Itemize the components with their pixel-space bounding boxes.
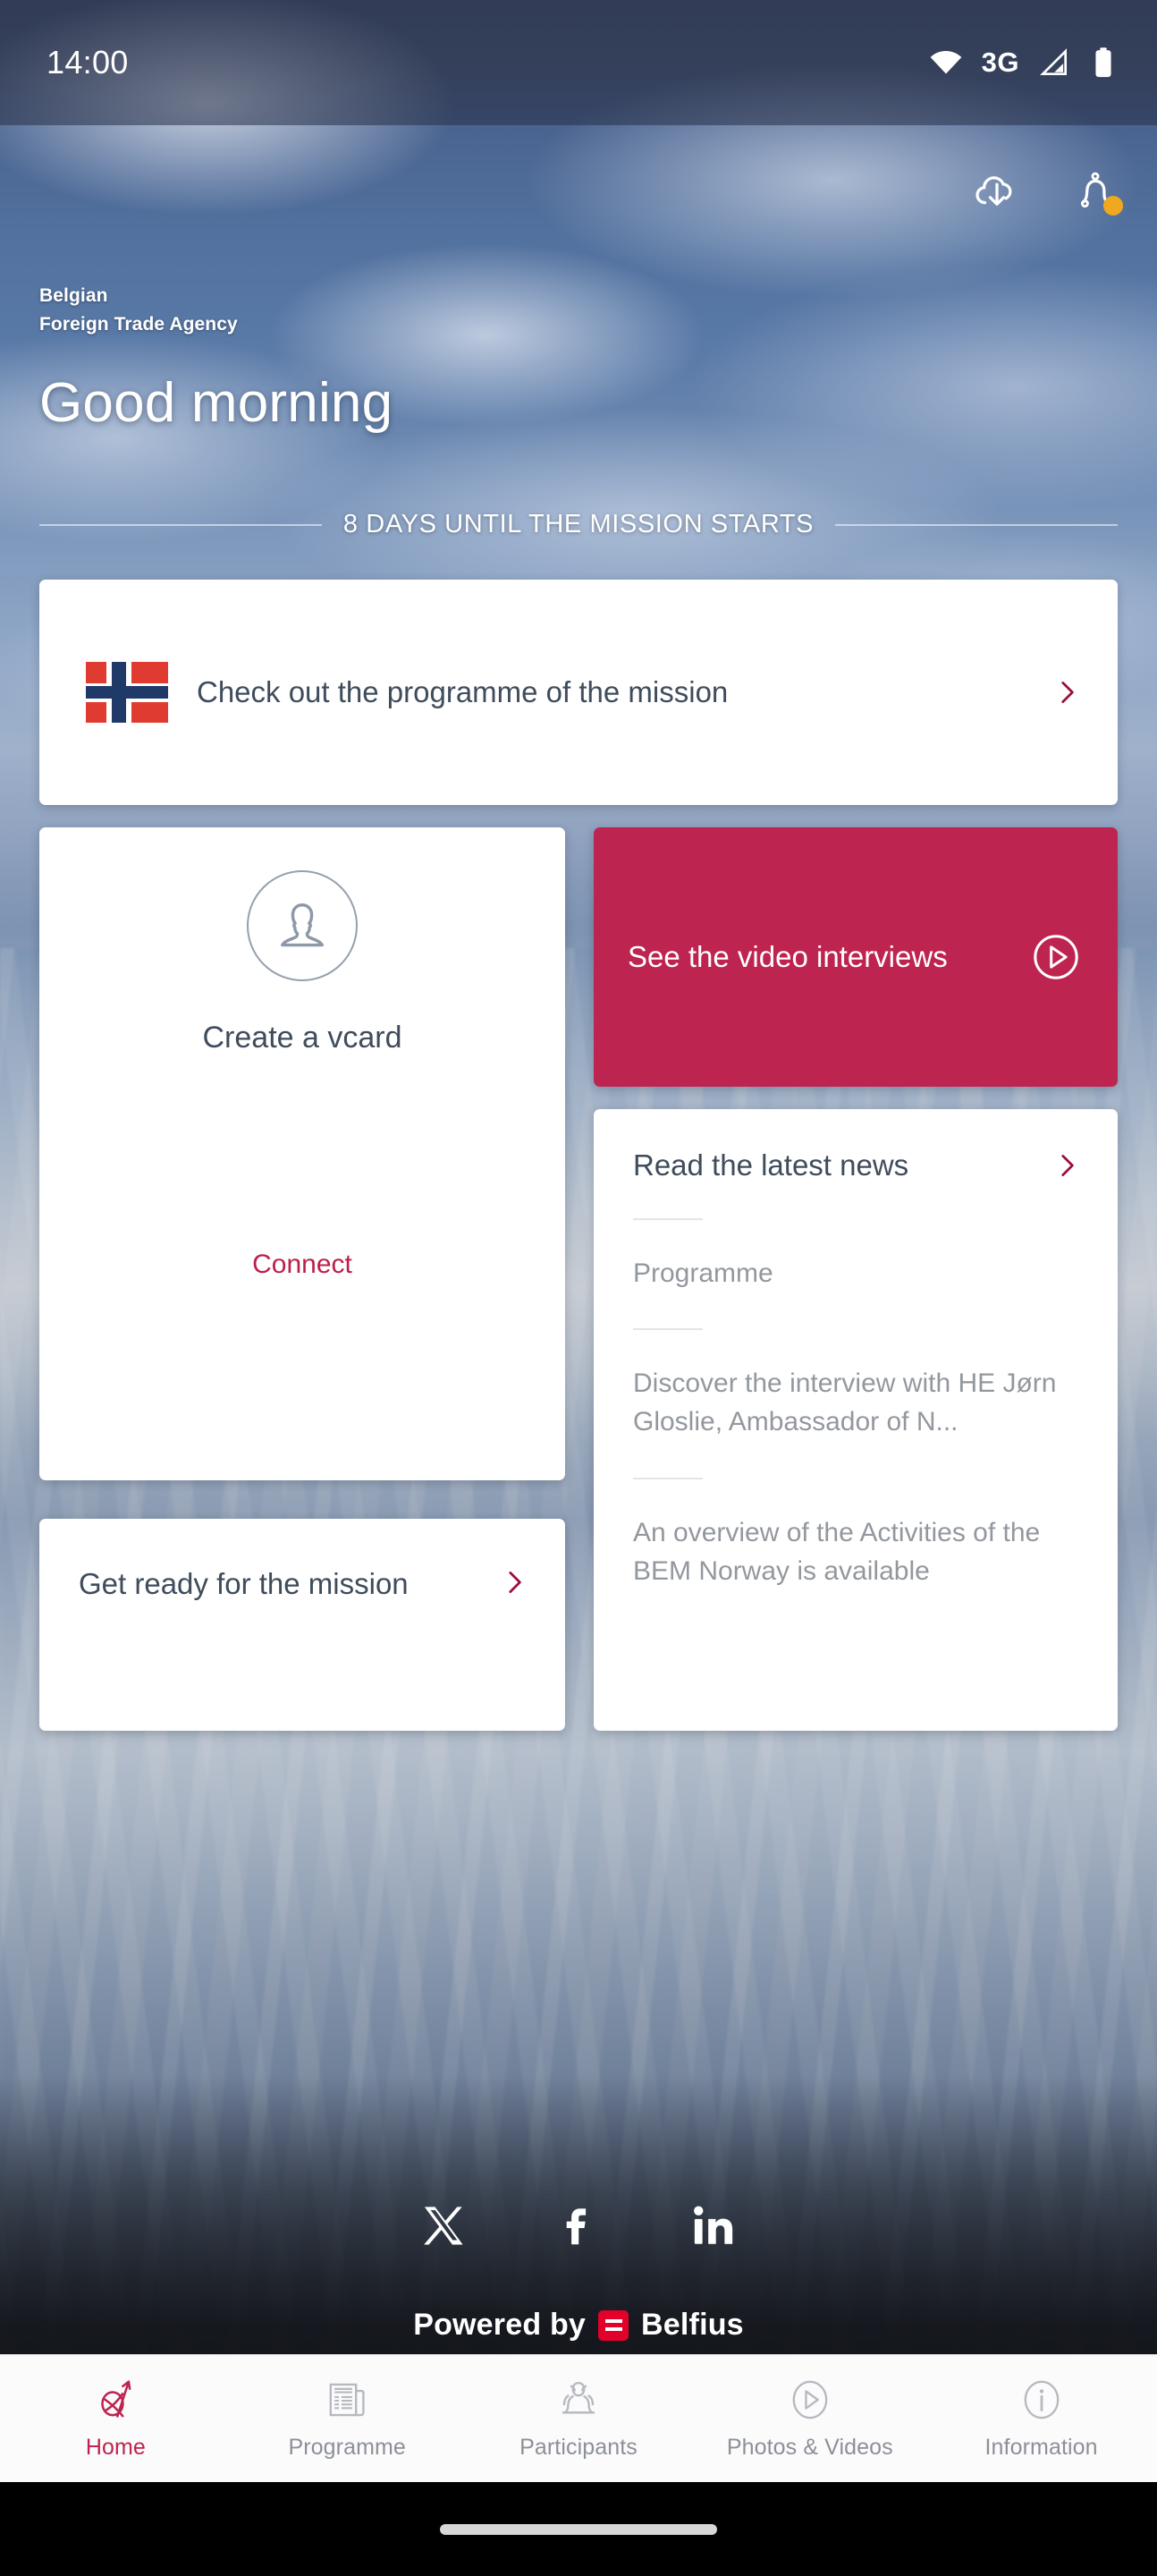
app-screen: 14:00 3G Belgian Foreign Trade Agency Go… xyxy=(0,0,1157,2576)
brand-line-1: Belgian xyxy=(39,285,108,306)
powered-by-footer: Powered by Belfius xyxy=(0,2308,1157,2343)
globe-arrow-icon xyxy=(101,2380,131,2418)
countdown-label: 8 DAYS UNTIL THE MISSION STARTS xyxy=(342,510,815,538)
status-bar: 14:00 3G xyxy=(0,0,1157,125)
norway-flag-icon xyxy=(86,662,168,723)
programme-card[interactable]: Check out the programme of the mission xyxy=(39,580,1118,805)
notification-badge-dot xyxy=(1103,196,1123,216)
person-avatar-icon xyxy=(281,903,324,947)
news-divider xyxy=(633,1477,703,1479)
avatar xyxy=(247,870,358,981)
get-ready-card[interactable]: Get ready for the mission xyxy=(39,1519,565,1731)
video-interviews-card[interactable]: See the video interviews xyxy=(594,827,1118,1087)
nav-item-home[interactable]: Home xyxy=(0,2355,232,2482)
nav-label-photos-videos: Photos & Videos xyxy=(726,2435,893,2460)
chevron-right-icon xyxy=(1061,1155,1074,1176)
news-divider xyxy=(633,1218,703,1220)
battery-icon xyxy=(1095,47,1111,78)
cloud-download-button[interactable] xyxy=(971,165,1023,217)
news-card-header[interactable]: Read the latest news xyxy=(633,1148,1082,1182)
connect-button[interactable]: Connect xyxy=(39,1250,565,1280)
list-item[interactable]: Programme xyxy=(633,1254,1082,1292)
notifications-button[interactable] xyxy=(1069,165,1123,217)
countdown-rule-left xyxy=(39,523,322,526)
facebook-icon[interactable] xyxy=(554,2202,603,2250)
network-type-label: 3G xyxy=(981,47,1019,78)
gesture-home-bar[interactable] xyxy=(440,2523,717,2535)
play-circle-icon xyxy=(792,2380,828,2419)
people-group-icon xyxy=(562,2381,595,2414)
nav-item-participants[interactable]: Participants xyxy=(463,2355,695,2482)
signal-icon xyxy=(1040,48,1068,76)
video-card-title: See the video interviews xyxy=(628,940,948,973)
list-item[interactable]: Discover the interview with HE Jørn Glos… xyxy=(633,1364,1082,1441)
play-circle-icon xyxy=(1034,935,1078,979)
nav-item-programme[interactable]: Programme xyxy=(232,2355,463,2482)
brand-logo-text: Belgian Foreign Trade Agency xyxy=(39,282,238,338)
status-icon-group: 3G xyxy=(928,45,1118,80)
news-card-title: Read the latest news xyxy=(633,1148,909,1182)
countdown-banner: 8 DAYS UNTIL THE MISSION STARTS xyxy=(39,510,1119,539)
chevron-right-icon xyxy=(1061,682,1074,703)
gesture-navigation-area xyxy=(0,2482,1157,2576)
sponsor-name: Belfius xyxy=(641,2308,744,2342)
chevron-right-icon xyxy=(509,1572,521,1593)
nav-item-information[interactable]: Information xyxy=(925,2355,1157,2482)
top-action-bar xyxy=(971,165,1123,217)
social-links xyxy=(0,2202,1157,2250)
cloud-download-icon xyxy=(975,176,1012,206)
bottom-navigation: Home Programme Participants Photos & Vid… xyxy=(0,2354,1157,2482)
nav-label-programme: Programme xyxy=(288,2435,406,2460)
vcard-card-title: Create a vcard xyxy=(202,1021,402,1055)
countdown-rule-right xyxy=(835,523,1119,526)
latest-news-card[interactable]: Read the latest news Programme Discover … xyxy=(594,1109,1118,1731)
nav-label-home: Home xyxy=(85,2435,146,2460)
belfius-logo-icon xyxy=(598,2309,629,2341)
nav-item-photos-videos[interactable]: Photos & Videos xyxy=(694,2355,925,2482)
news-divider xyxy=(633,1328,703,1331)
create-vcard-card[interactable]: Create a vcard Connect xyxy=(39,827,565,1480)
newspaper-icon xyxy=(329,2383,365,2417)
x-twitter-icon[interactable] xyxy=(419,2202,468,2250)
wifi-icon xyxy=(930,50,961,74)
programme-card-title: Check out the programme of the mission xyxy=(197,674,729,708)
nav-label-information: Information xyxy=(984,2435,1098,2460)
powered-by-label: Powered by xyxy=(413,2308,587,2342)
info-circle-icon xyxy=(1024,2380,1059,2419)
page-title: Good morning xyxy=(39,372,393,434)
list-item[interactable]: An overview of the Activities of the BEM… xyxy=(633,1513,1082,1590)
ready-card-title: Get ready for the mission xyxy=(79,1567,409,1600)
brand-line-2: Foreign Trade Agency xyxy=(39,313,238,335)
nav-label-participants: Participants xyxy=(519,2435,638,2460)
linkedin-icon[interactable] xyxy=(689,2202,738,2250)
status-clock: 14:00 xyxy=(46,44,129,80)
